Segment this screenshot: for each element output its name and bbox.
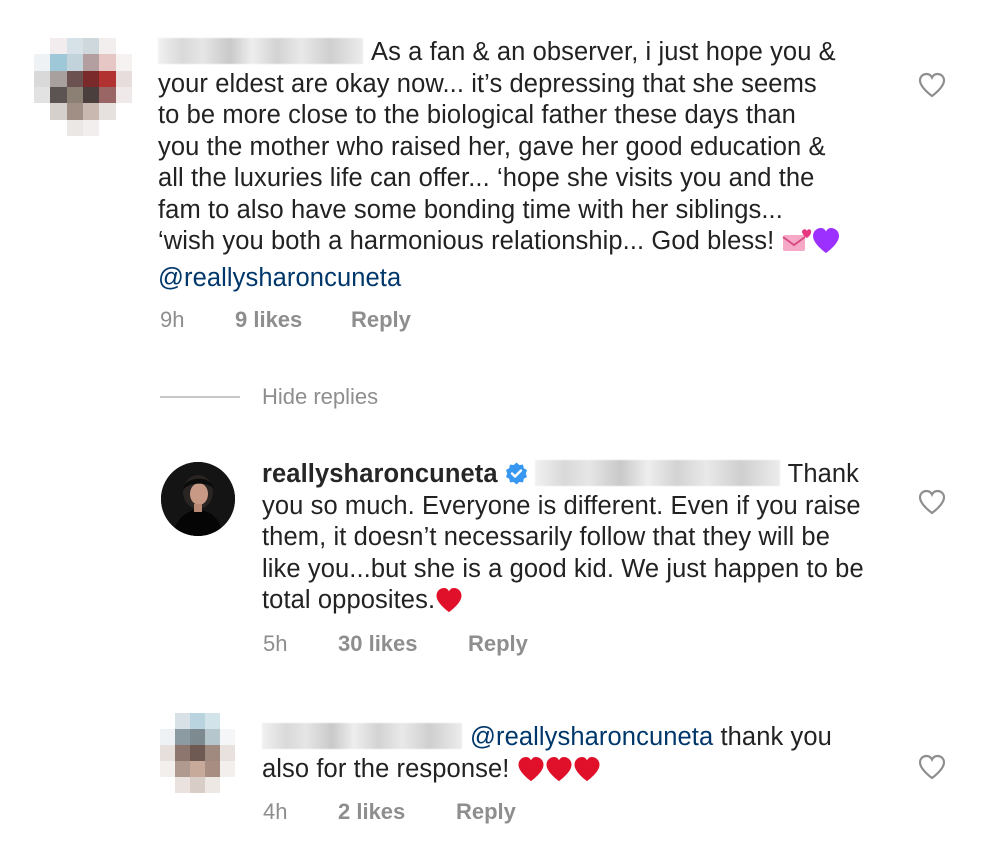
like-heart-icon[interactable]: [918, 489, 946, 515]
hide-replies-button[interactable]: Hide replies: [160, 382, 378, 412]
mention-link[interactable]: @reallysharoncuneta: [158, 264, 401, 292]
like-heart-icon[interactable]: [918, 72, 946, 98]
comment-meta: 9h 9 likes Reply: [160, 307, 411, 333]
blurred-avatar[interactable]: [160, 713, 235, 793]
blurred-avatar[interactable]: [34, 38, 132, 136]
like-heart-icon[interactable]: [918, 754, 946, 780]
blurred-username[interactable]: [262, 723, 462, 749]
purple-heart-emoji: [812, 228, 840, 263]
red-heart-emoji: [517, 756, 545, 791]
blurred-username[interactable]: [534, 460, 780, 486]
comment-text: @reallysharoncuneta thank you also for t…: [262, 722, 902, 790]
timestamp: 9h: [160, 307, 185, 332]
blurred-username[interactable]: [158, 38, 363, 64]
comment-meta: 5h 30 likes Reply: [263, 631, 528, 657]
comment-text: reallysharoncuneta Thank you so much. Eve…: [262, 459, 902, 622]
verified-badge-icon: [504, 461, 529, 486]
username-link[interactable]: reallysharoncuneta: [262, 460, 498, 488]
divider-line: [160, 396, 240, 398]
likes-count[interactable]: 30 likes: [338, 631, 468, 657]
reply-button[interactable]: Reply: [456, 799, 516, 825]
reply-button[interactable]: Reply: [351, 307, 411, 333]
reply-button[interactable]: Reply: [468, 631, 528, 657]
mention-link[interactable]: @reallysharoncuneta: [470, 723, 713, 751]
red-heart-emoji: [435, 588, 463, 622]
comment-meta: 4h 2 likes Reply: [263, 799, 516, 825]
avatar[interactable]: [161, 462, 235, 536]
likes-count[interactable]: 9 likes: [235, 307, 351, 333]
timestamp: 5h: [263, 631, 288, 656]
love-letter-emoji: [781, 228, 812, 263]
red-heart-emoji: [545, 756, 573, 791]
comment-text: As a fan & an observer, i just hope you …: [158, 37, 878, 294]
red-heart-emoji: [573, 756, 601, 791]
hide-replies-label: Hide replies: [262, 384, 379, 409]
timestamp: 4h: [263, 799, 288, 824]
likes-count[interactable]: 2 likes: [338, 799, 456, 825]
